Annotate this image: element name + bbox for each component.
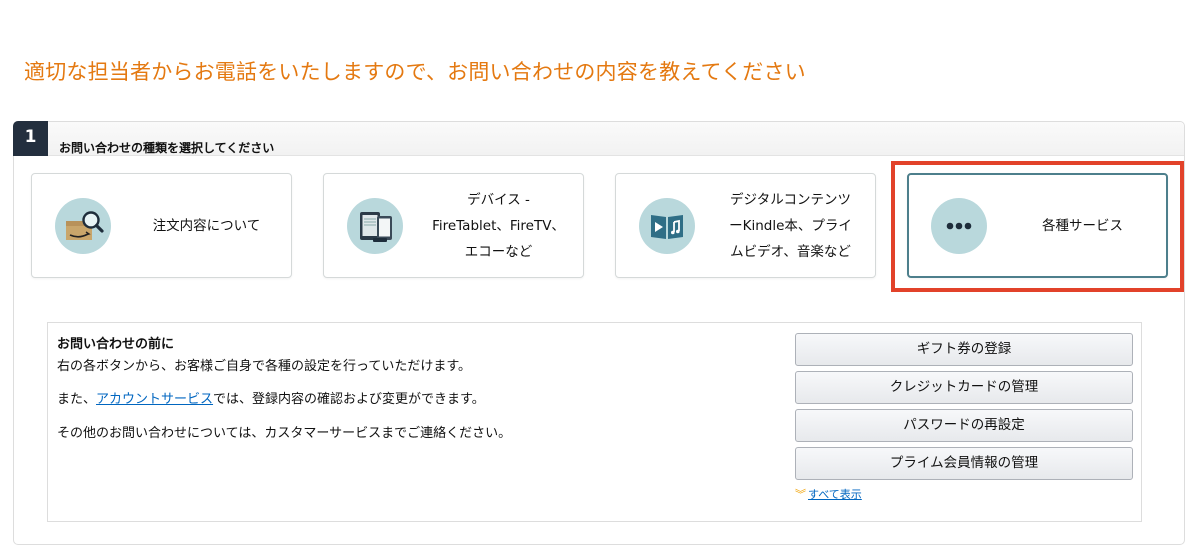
gift-card-register-button[interactable]: ギフト券の登録 — [795, 333, 1133, 366]
info-text-suffix: では、登録内容の確認および変更ができます。 — [213, 392, 485, 407]
info-text-account: また、アカウントサービスでは、登録内容の確認および変更ができます。 — [57, 388, 485, 407]
info-text-contact: その他のお問い合わせについては、カスタマーサービスまでご連絡ください。 — [57, 426, 512, 441]
category-label-line: デジタルコンテンツ — [730, 191, 851, 208]
password-reset-button[interactable]: パスワードの再設定 — [795, 409, 1133, 442]
page-headline: 適切な担当者からお電話をいたしますので、お問い合わせの内容を教えてください — [24, 60, 806, 84]
category-label-line: ムビデオ、音楽など — [730, 243, 851, 260]
category-label-line: デバイス - — [467, 191, 530, 208]
category-card-devices[interactable]: デバイス - FireTablet、FireTV、 エコーなど — [323, 173, 584, 278]
digital-content-icon — [639, 198, 695, 254]
account-service-link[interactable]: アカウントサービス — [96, 392, 213, 407]
see-all-label: すべて表示 — [808, 488, 862, 501]
step-number-badge: 1 — [13, 121, 48, 156]
category-label: 注文内容について — [132, 174, 281, 277]
see-all-link[interactable]: ︾ すべて表示 — [795, 486, 862, 502]
category-label: デジタルコンテンツ ーKindle本、プライ ムビデオ、音楽など — [716, 174, 865, 277]
step-title: お問い合わせの種類を選択してください — [59, 141, 275, 155]
double-chevron-down-icon: ︾ — [795, 488, 806, 501]
selection-highlight-frame — [891, 161, 1184, 292]
category-card-digital[interactable]: デジタルコンテンツ ーKindle本、プライ ムビデオ、音楽など — [615, 173, 876, 278]
category-label-line: FireTablet、FireTV、 — [432, 217, 565, 234]
info-title: お問い合わせの前に — [57, 337, 175, 352]
prime-membership-button[interactable]: プライム会員情報の管理 — [795, 447, 1133, 480]
contact-page: 適切な担当者からお電話をいたしますので、お問い合わせの内容を教えてください 1 … — [0, 0, 1200, 557]
category-label-line: エコーなど — [464, 243, 533, 260]
category-card-orders[interactable]: 注文内容について — [31, 173, 292, 278]
category-label-line: ーKindle本、プライ — [729, 217, 852, 234]
devices-icon — [347, 198, 403, 254]
credit-card-manage-button[interactable]: クレジットカードの管理 — [795, 371, 1133, 404]
category-label: デバイス - FireTablet、FireTV、 エコーなど — [424, 174, 573, 277]
order-search-icon — [55, 198, 111, 254]
category-label-line: 注文内容について — [152, 217, 261, 234]
help-info-box: お問い合わせの前に 右の各ボタンから、お客様ご自身で各種の設定を行っていただけま… — [47, 322, 1142, 522]
step-header: 1 お問い合わせの種類を選択してください — [13, 121, 1184, 156]
info-text: 右の各ボタンから、お客様ご自身で各種の設定を行っていただけます。 — [57, 359, 472, 374]
info-text-prefix: また、 — [57, 392, 97, 407]
